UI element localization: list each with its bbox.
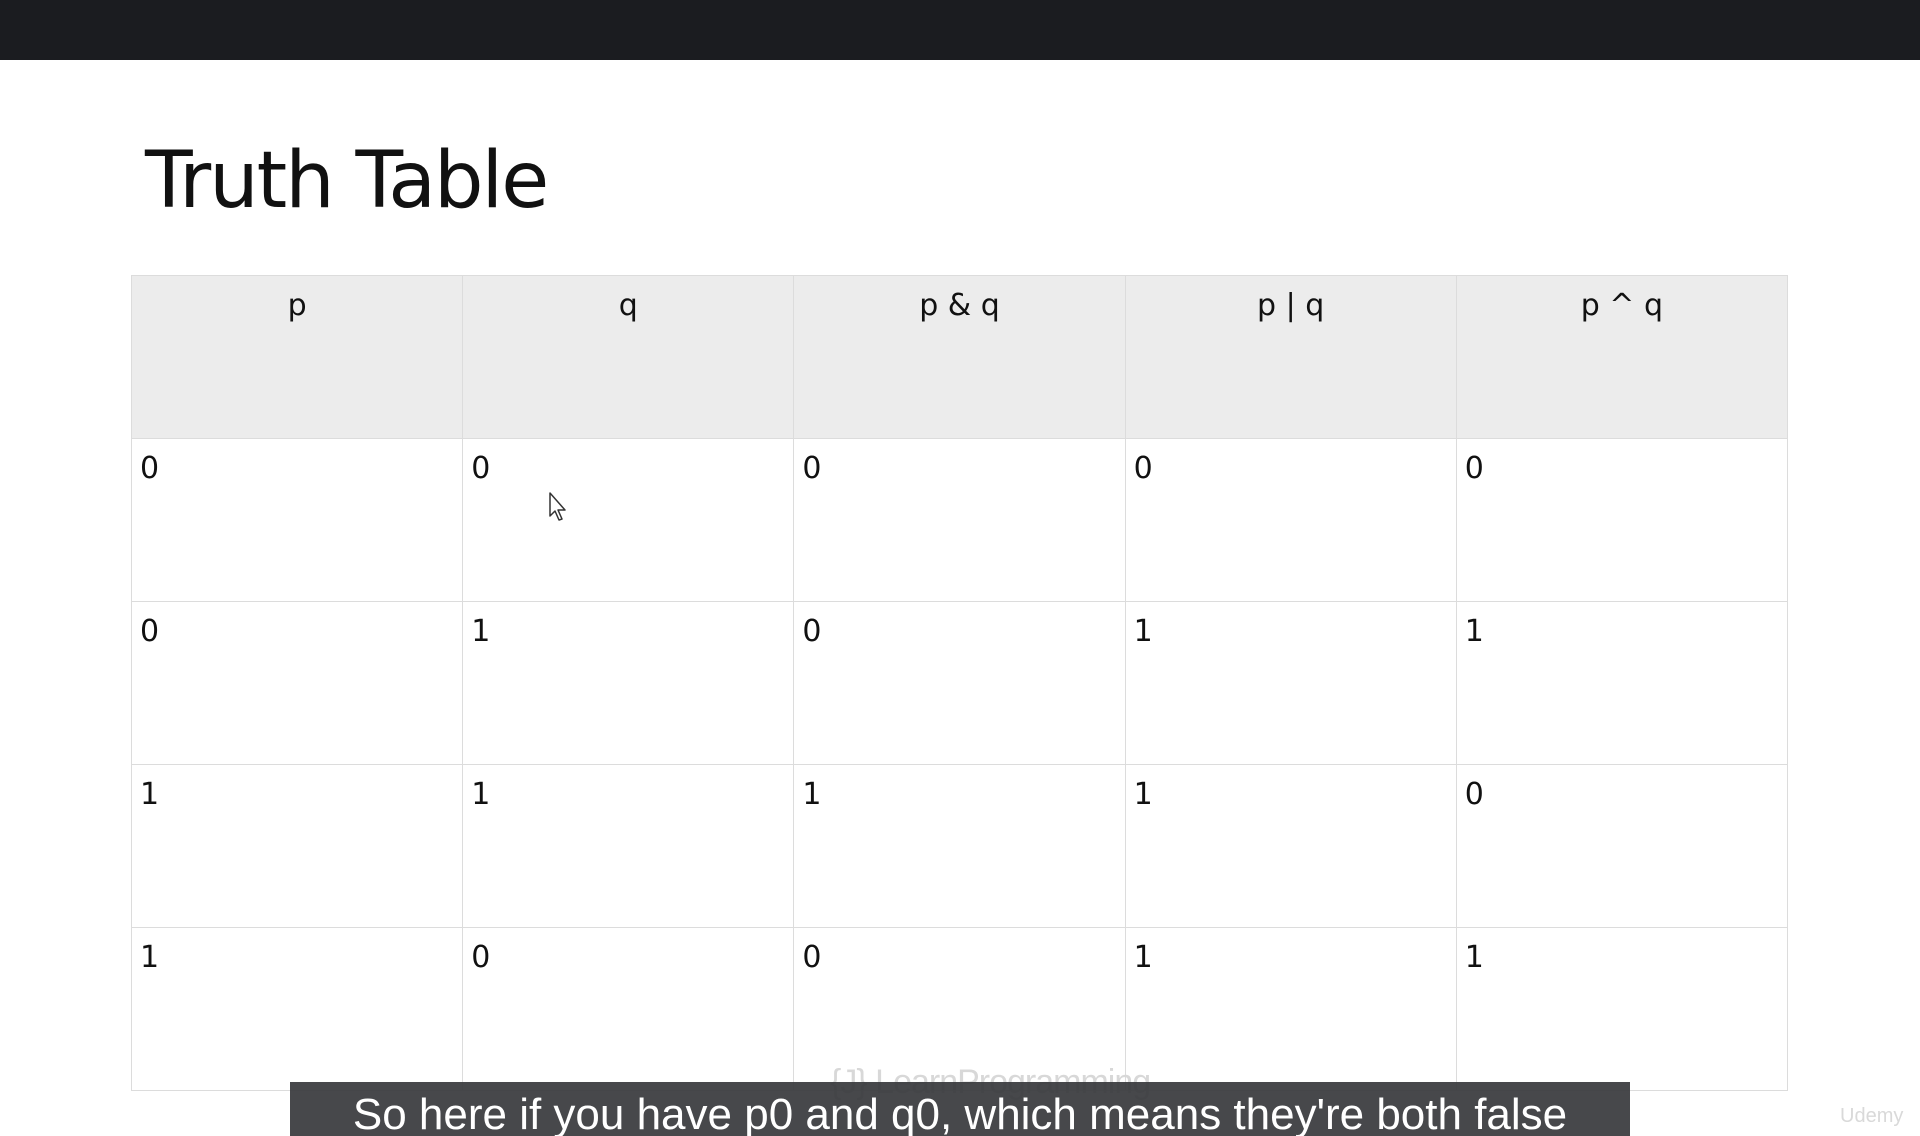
column-header-xor: p ^ q [1455, 275, 1789, 439]
table-cell: 1 [130, 764, 464, 928]
table-row: 0 0 0 0 0 [130, 438, 1789, 602]
column-header-q: q [462, 275, 795, 439]
table-cell: 0 [793, 438, 1126, 602]
table-cell: 0 [130, 438, 464, 602]
table-cell: 0 [130, 601, 464, 765]
table-cell: 0 [1455, 764, 1789, 928]
table-cell: 1 [462, 601, 795, 765]
table-cell: 1 [793, 764, 1126, 928]
table-cell: 1 [130, 927, 464, 1091]
slide-title: Truth Table [145, 136, 549, 226]
video-top-bar [0, 0, 1920, 60]
column-header-or: p | q [1124, 275, 1457, 439]
table-header-row: p q p & q p | q p ^ q [130, 275, 1789, 439]
udemy-logo: Udemy [1840, 1105, 1904, 1127]
table-cell: 0 [462, 927, 795, 1091]
table-row: 1 1 1 1 0 [130, 764, 1789, 928]
column-header-and: p & q [793, 275, 1126, 439]
table-cell: 1 [1455, 927, 1789, 1091]
table-cell: 0 [1124, 438, 1457, 602]
subtitle-caption: So here if you have p0 and q0, which mea… [290, 1082, 1630, 1136]
table-cell: 1 [1124, 764, 1457, 928]
table-cell: 0 [793, 601, 1126, 765]
truth-table: p q p & q p | q p ^ q 0 0 0 0 0 0 1 0 1 … [130, 275, 1789, 1091]
table-cell: 1 [1124, 927, 1457, 1091]
column-header-p: p [130, 275, 464, 439]
table-cell: 1 [1124, 601, 1457, 765]
table-cell: 1 [462, 764, 795, 928]
table-cell: 0 [1455, 438, 1789, 602]
table-cell: 1 [1455, 601, 1789, 765]
mouse-pointer-icon [549, 492, 566, 521]
table-cell: 0 [462, 438, 795, 602]
table-row: 0 1 0 1 1 [130, 601, 1789, 765]
